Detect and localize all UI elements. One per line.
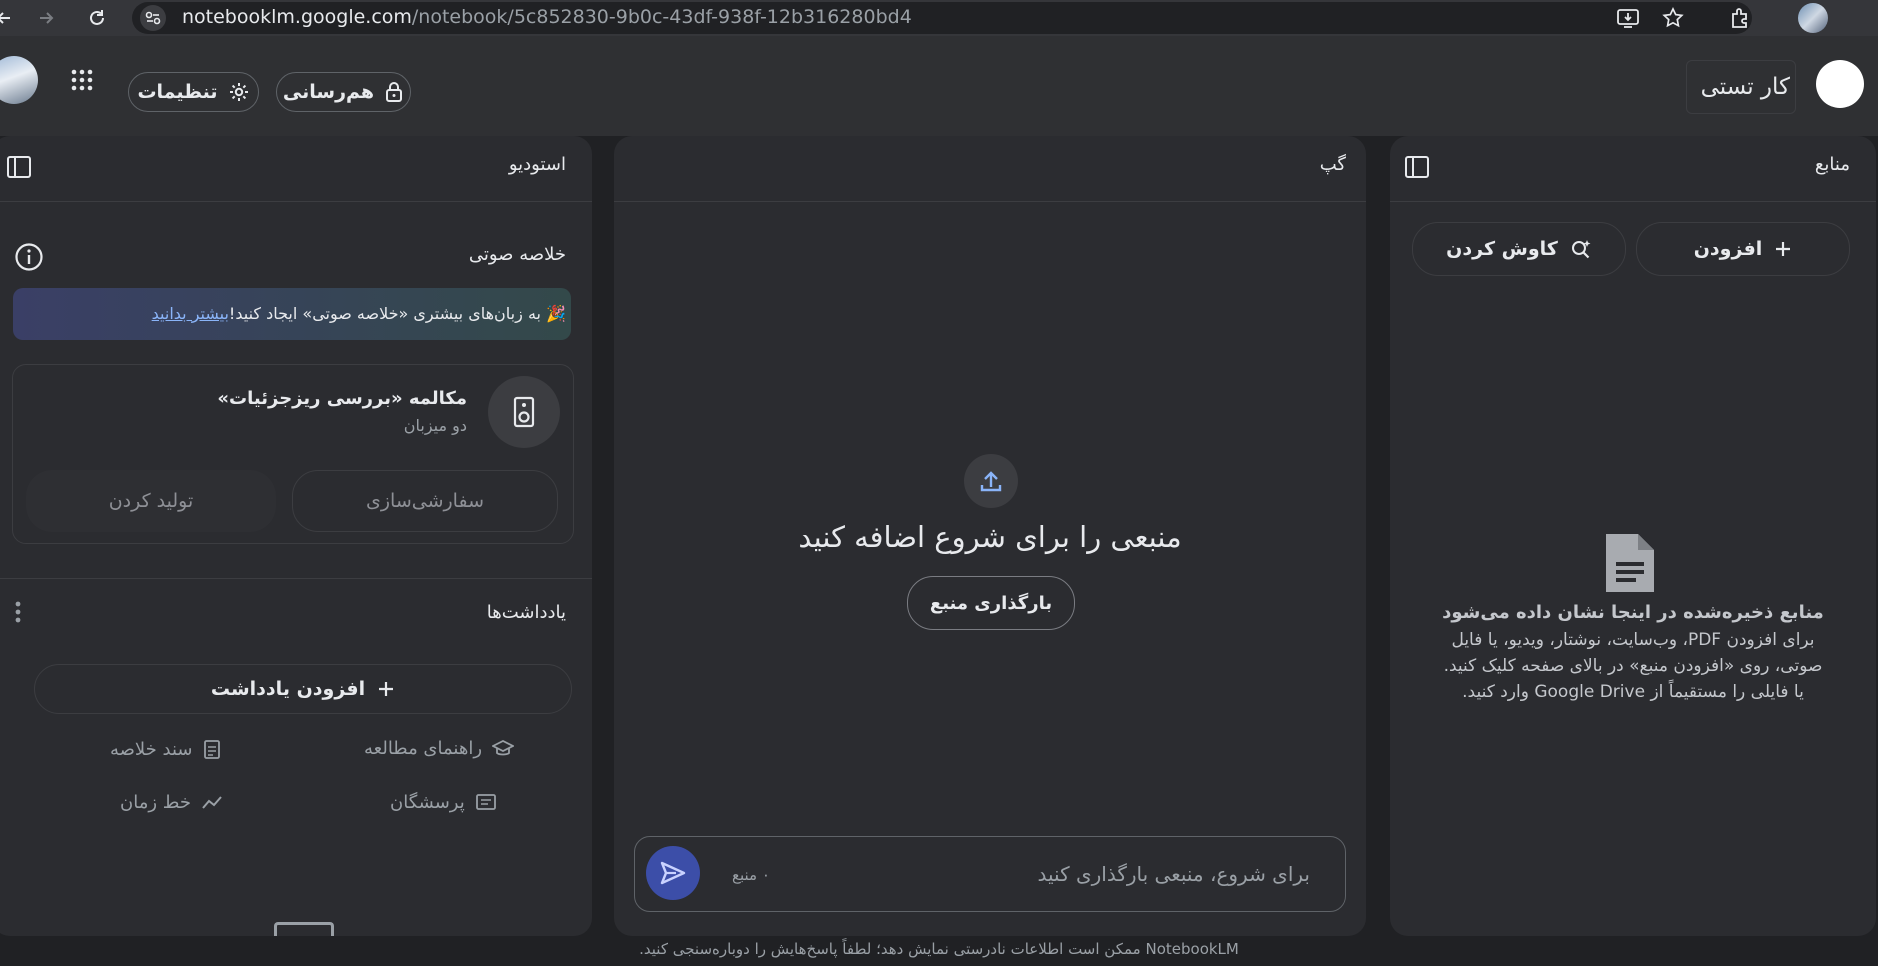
faq-label: پرسشگان [390,792,465,813]
studio-collapse-icon[interactable] [6,154,32,180]
settings-label: تنظیمات [137,81,218,103]
deep-dive-subtitle: دو میزبان [403,416,467,435]
audio-overview-title: خلاصه صوتی [468,244,566,265]
sources-panel: منابع افزودن کاوش کردن منابع ذخیره‌شده د… [1390,136,1876,936]
empty-sources-document-icon [1602,530,1658,596]
party-icon: 🎉 [546,304,566,323]
back-icon[interactable] [0,8,14,28]
chat-title: گپ [1319,154,1346,175]
url-text[interactable]: notebooklm.google.com/notebook/5c852830-… [182,6,912,28]
banner-text: به زبان‌های بیشتری «خلاصه صوتی» ایجاد کن… [228,304,541,323]
customize-label: سفارشی‌سازی [365,490,484,512]
source-count: ۰ منبع [732,866,770,884]
upload-source-label: بارگذاری منبع [929,592,1053,614]
gear-icon [228,81,250,103]
chat-header-divider [614,201,1366,202]
generate-label: تولید کردن [108,490,194,512]
sources-title: منابع [1814,154,1850,175]
lock-icon [384,81,404,103]
timeline-button[interactable]: خط زمان [120,792,223,813]
share-label: هم‌رسانی [282,81,375,103]
deep-dive-title: مکالمه «بررسی ریزجزئیات» [217,388,467,409]
customize-button[interactable]: سفارشی‌سازی [292,470,558,532]
extensions-icon[interactable] [1728,6,1752,30]
faq-button[interactable]: پرسشگان [390,792,497,813]
empty-sources-title: منابع ذخیره‌شده در اینجا نشان داده می‌شو… [1442,602,1824,623]
audio-info-icon[interactable] [14,242,44,272]
studio-header-divider [0,201,592,202]
empty-sources-line-2: صوتی، روی «افزودن منبع» در بالای صفحه کل… [1443,656,1823,676]
faq-icon [475,793,497,813]
add-note-label: افزودن یادداشت [210,678,366,700]
document-icon [203,738,223,760]
empty-sources-line-3: یا فایلی را مستقیماً از Google Drive وار… [1462,682,1804,702]
learn-more-link[interactable]: بیشتر بدانید [152,304,229,323]
chat-input-placeholder: برای شروع، منبعی بارگذاری کنید [1037,862,1310,886]
browser-profile-avatar[interactable] [1798,3,1828,33]
scroll-hint-box [274,922,334,936]
generate-button[interactable]: تولید کردن [26,470,276,532]
url-host: notebooklm.google.com [182,6,412,28]
banner-content: 🎉 به زبان‌های بیشتری «خلاصه صوتی» ایجاد … [152,304,566,323]
notes-title: یادداشت‌ها [486,602,566,623]
chat-panel: گپ منبعی را برای شروع اضافه کنید بارگذار… [614,136,1366,936]
sources-collapse-icon[interactable] [1404,154,1430,180]
timeline-label: خط زمان [120,792,191,813]
upload-source-button[interactable]: بارگذاری منبع [907,576,1075,630]
discover-button[interactable]: کاوش کردن [1412,222,1626,276]
install-app-icon[interactable] [1616,7,1640,29]
studio-panel: استودیو خلاصه صوتی 🎉 به زبان‌های بیشتری … [0,136,592,936]
send-button[interactable] [646,846,700,900]
discover-label: کاوش کردن [1446,238,1558,260]
site-info-icon[interactable] [140,5,166,31]
plus-icon [1774,240,1792,258]
empty-sources-line-1: برای افزودن PDF، وب‌سایت، نوشتار، ویدیو،… [1451,630,1815,650]
add-note-button[interactable]: افزودن یادداشت [34,664,572,714]
notes-divider [0,578,592,579]
app-avatar[interactable] [0,56,38,104]
search-spark-icon [1570,238,1592,260]
bookmark-star-icon[interactable] [1661,6,1685,30]
briefing-doc-button[interactable]: سند خلاصه [110,738,223,760]
study-guide-button[interactable]: راهنمای مطالعه [364,738,515,759]
forward-icon[interactable] [36,8,56,28]
plus-icon [377,680,395,698]
apps-grid-icon[interactable] [70,68,94,92]
add-source-button[interactable]: افزودن [1636,222,1850,276]
share-button[interactable]: هم‌رسانی [276,72,411,112]
trend-line-icon [201,794,223,812]
upload-icon [964,454,1018,508]
add-source-label: افزودن [1693,238,1763,260]
study-guide-label: راهنمای مطالعه [364,738,483,759]
empty-chat-heading: منبعی را برای شروع اضافه کنید [798,520,1182,554]
url-path: /notebook/5c852830-9b0c-43df-938f-12b316… [411,6,912,28]
graduation-cap-icon [492,739,515,759]
sources-header-divider [1390,201,1876,202]
notes-more-icon[interactable] [14,600,22,624]
app-header: تنظیمات هم‌رسانی کار تستی [0,36,1878,136]
notebook-logo [1816,60,1864,108]
briefing-doc-label: سند خلاصه [110,738,193,760]
footer-disclaimer: NotebookLM ممکن است اطلاعات نادرستی نمای… [639,940,1239,958]
settings-button[interactable]: تنظیمات [128,72,259,112]
browser-toolbar: notebooklm.google.com/notebook/5c852830-… [0,0,1878,36]
studio-title: استودیو [508,154,566,175]
reload-icon[interactable] [86,7,108,29]
notebook-title: کار تستی [1700,74,1790,100]
speaker-icon [488,376,560,448]
